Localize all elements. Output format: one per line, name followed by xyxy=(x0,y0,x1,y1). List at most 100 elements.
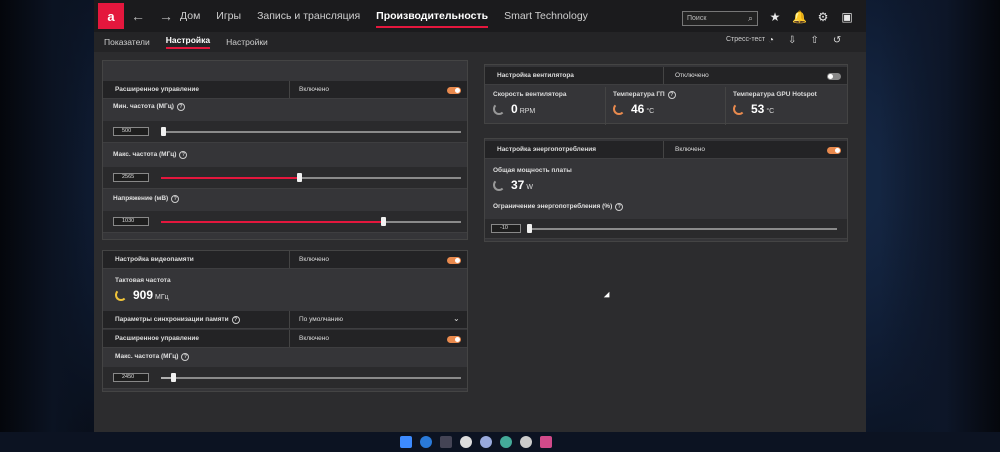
fan-tuning-toggle[interactable] xyxy=(827,73,841,80)
nav-games[interactable]: Игры xyxy=(216,10,241,22)
power-limit-slider[interactable] xyxy=(527,224,837,233)
star-icon[interactable]: ★ xyxy=(768,10,782,24)
gauge-icon[interactable]: ◔ xyxy=(768,35,774,46)
min-freq-slider-row: 500 xyxy=(103,121,467,143)
app-icon[interactable] xyxy=(520,436,532,448)
power-tuning-toggle[interactable] xyxy=(827,147,841,154)
gpu-extended-control-row[interactable]: Расширенное управление Включено xyxy=(103,81,467,99)
max-freq-value[interactable]: 2565 xyxy=(113,173,149,182)
vram-tuning-row[interactable]: Настройка видеопамяти Включено xyxy=(103,251,467,269)
power-limit-thumb[interactable] xyxy=(527,224,532,233)
help-icon[interactable]: ? xyxy=(231,316,240,324)
gpu-extended-control-value: Включено xyxy=(299,86,329,93)
memory-timing-row[interactable]: Параметры синхронизации памяти? По умолч… xyxy=(103,311,467,329)
vram-tuning-value: Включено xyxy=(299,256,329,263)
power-limit-value[interactable]: -10 xyxy=(491,224,521,233)
top-icons: ★ 🔔 ⚙ ▣ xyxy=(768,10,854,24)
vram-clock-number: 909 xyxy=(133,288,154,302)
gpu-temp-label: Температура ГП? xyxy=(613,91,676,99)
max-freq-slider[interactable] xyxy=(161,173,461,182)
max-freq-slider-row: 2565 xyxy=(103,167,467,189)
export-icon[interactable]: ⇧ xyxy=(810,35,818,46)
edge-icon[interactable] xyxy=(420,436,432,448)
monitor-bezel-right xyxy=(880,0,1000,452)
nav-record-stream[interactable]: Запись и трансляция xyxy=(257,10,360,22)
power-tuning-row[interactable]: Настройка энергопотребления Включено xyxy=(485,141,847,159)
taskbar-icons xyxy=(400,436,552,448)
power-limit-label-text: Ограничение энергопотребления (%) xyxy=(493,203,613,210)
tab-metrics[interactable]: Показатели xyxy=(104,37,150,47)
start-icon[interactable] xyxy=(400,436,412,448)
back-arrow-icon[interactable]: ← xyxy=(124,8,152,24)
memory-timing-label: Параметры синхронизации памяти? xyxy=(115,316,240,324)
voltage-label: Напряжение (мВ)? xyxy=(113,195,180,203)
gpu-temp-label-text: Температура ГП xyxy=(613,91,665,98)
monitor-bezel-left xyxy=(0,0,88,452)
steam-icon[interactable] xyxy=(440,436,452,448)
voltage-thumb[interactable] xyxy=(381,217,386,226)
min-freq-value[interactable]: 500 xyxy=(113,127,149,136)
amd-adrenalin-window: a ← → Дом Игры Запись и трансляция Произ… xyxy=(94,0,866,432)
fan-speed-gauge-icon xyxy=(493,103,505,115)
max-freq-thumb[interactable] xyxy=(297,173,302,182)
help-icon[interactable]: ? xyxy=(171,195,180,203)
gpu-extended-control-label: Расширенное управление xyxy=(115,86,199,93)
tab-tuning[interactable]: Настройка xyxy=(165,35,211,49)
nav-performance[interactable]: Производительность xyxy=(376,10,489,28)
min-freq-label: Мин. частота (МГц)? xyxy=(113,103,185,111)
chevron-down-icon[interactable]: ⌄ xyxy=(453,314,460,323)
voltage-fill xyxy=(161,221,383,223)
min-freq-slider[interactable] xyxy=(161,127,461,136)
app-icon[interactable] xyxy=(460,436,472,448)
import-icon[interactable]: ⇩ xyxy=(788,35,796,46)
windows-taskbar xyxy=(0,432,1000,452)
fan-tuning-label: Настройка вентилятора xyxy=(497,72,574,79)
vram-tuning-toggle[interactable] xyxy=(447,257,461,264)
help-icon[interactable]: ? xyxy=(179,151,188,159)
gpu-tuning-panel: Расширенное управление Включено Мин. час… xyxy=(102,60,468,240)
hotspot-temp-value: 53 °C xyxy=(751,102,774,116)
min-freq-thumb[interactable] xyxy=(161,127,166,136)
voltage-slider-row: 1030 xyxy=(103,211,467,233)
help-icon[interactable]: ? xyxy=(615,203,624,211)
vram-tuning-panel: Настройка видеопамяти Включено Тактовая … xyxy=(102,250,468,392)
help-icon[interactable]: ? xyxy=(667,91,676,99)
max-freq-label-text: Макс. частота (МГц) xyxy=(113,151,177,158)
hotspot-temp-gauge-icon xyxy=(733,103,745,115)
reset-icon[interactable]: ↺ xyxy=(833,35,841,46)
tab-settings[interactable]: Настройки xyxy=(226,37,268,47)
amd-taskbar-icon[interactable] xyxy=(540,436,552,448)
board-power-unit: W xyxy=(526,184,533,191)
fan-tuning-row[interactable]: Настройка вентилятора Отключено xyxy=(485,67,847,85)
vram-max-freq-value[interactable]: 2450 xyxy=(113,373,149,382)
board-power-number: 37 xyxy=(511,178,525,192)
voltage-slider[interactable] xyxy=(161,217,461,226)
fan-tuning-panel: Настройка вентилятора Отключено Скорость… xyxy=(484,64,848,125)
vram-max-freq-slider[interactable] xyxy=(161,373,461,382)
vram-max-freq-label-text: Макс. частота (МГц) xyxy=(115,353,179,360)
forward-arrow-icon[interactable]: → xyxy=(152,8,180,24)
power-limit-label: Ограничение энергопотребления (%)? xyxy=(493,203,624,211)
app-icon[interactable] xyxy=(480,436,492,448)
gpu-extended-control-toggle[interactable] xyxy=(447,87,461,94)
board-power-value: 37 W xyxy=(511,178,533,192)
app-icon[interactable] xyxy=(500,436,512,448)
vram-extended-control-toggle[interactable] xyxy=(447,336,461,343)
gear-icon[interactable]: ⚙ xyxy=(816,10,830,24)
search-input[interactable]: Поиск ⌕ xyxy=(682,11,758,26)
bell-icon[interactable]: 🔔 xyxy=(792,10,807,24)
nav-home[interactable]: Дом xyxy=(180,10,200,22)
help-icon[interactable]: ? xyxy=(181,353,190,361)
vram-extended-control-row[interactable]: Расширенное управление Включено xyxy=(103,330,467,348)
voltage-value[interactable]: 1030 xyxy=(113,217,149,226)
help-icon[interactable]: ? xyxy=(176,103,185,111)
stress-test-label[interactable]: Стресс-тест xyxy=(726,36,765,43)
power-tuning-panel: Настройка энергопотребления Включено Общ… xyxy=(484,138,848,242)
vram-max-freq-thumb[interactable] xyxy=(171,373,176,382)
search-icon: ⌕ xyxy=(747,13,753,23)
power-tuning-label: Настройка энергопотребления xyxy=(497,146,597,153)
nav-smart-technology[interactable]: Smart Technology xyxy=(504,10,588,22)
vram-max-freq-slider-row: 2450 xyxy=(103,367,467,389)
window-icon[interactable]: ▣ xyxy=(840,10,854,24)
memory-timing-value: По умолчанию xyxy=(299,316,343,323)
